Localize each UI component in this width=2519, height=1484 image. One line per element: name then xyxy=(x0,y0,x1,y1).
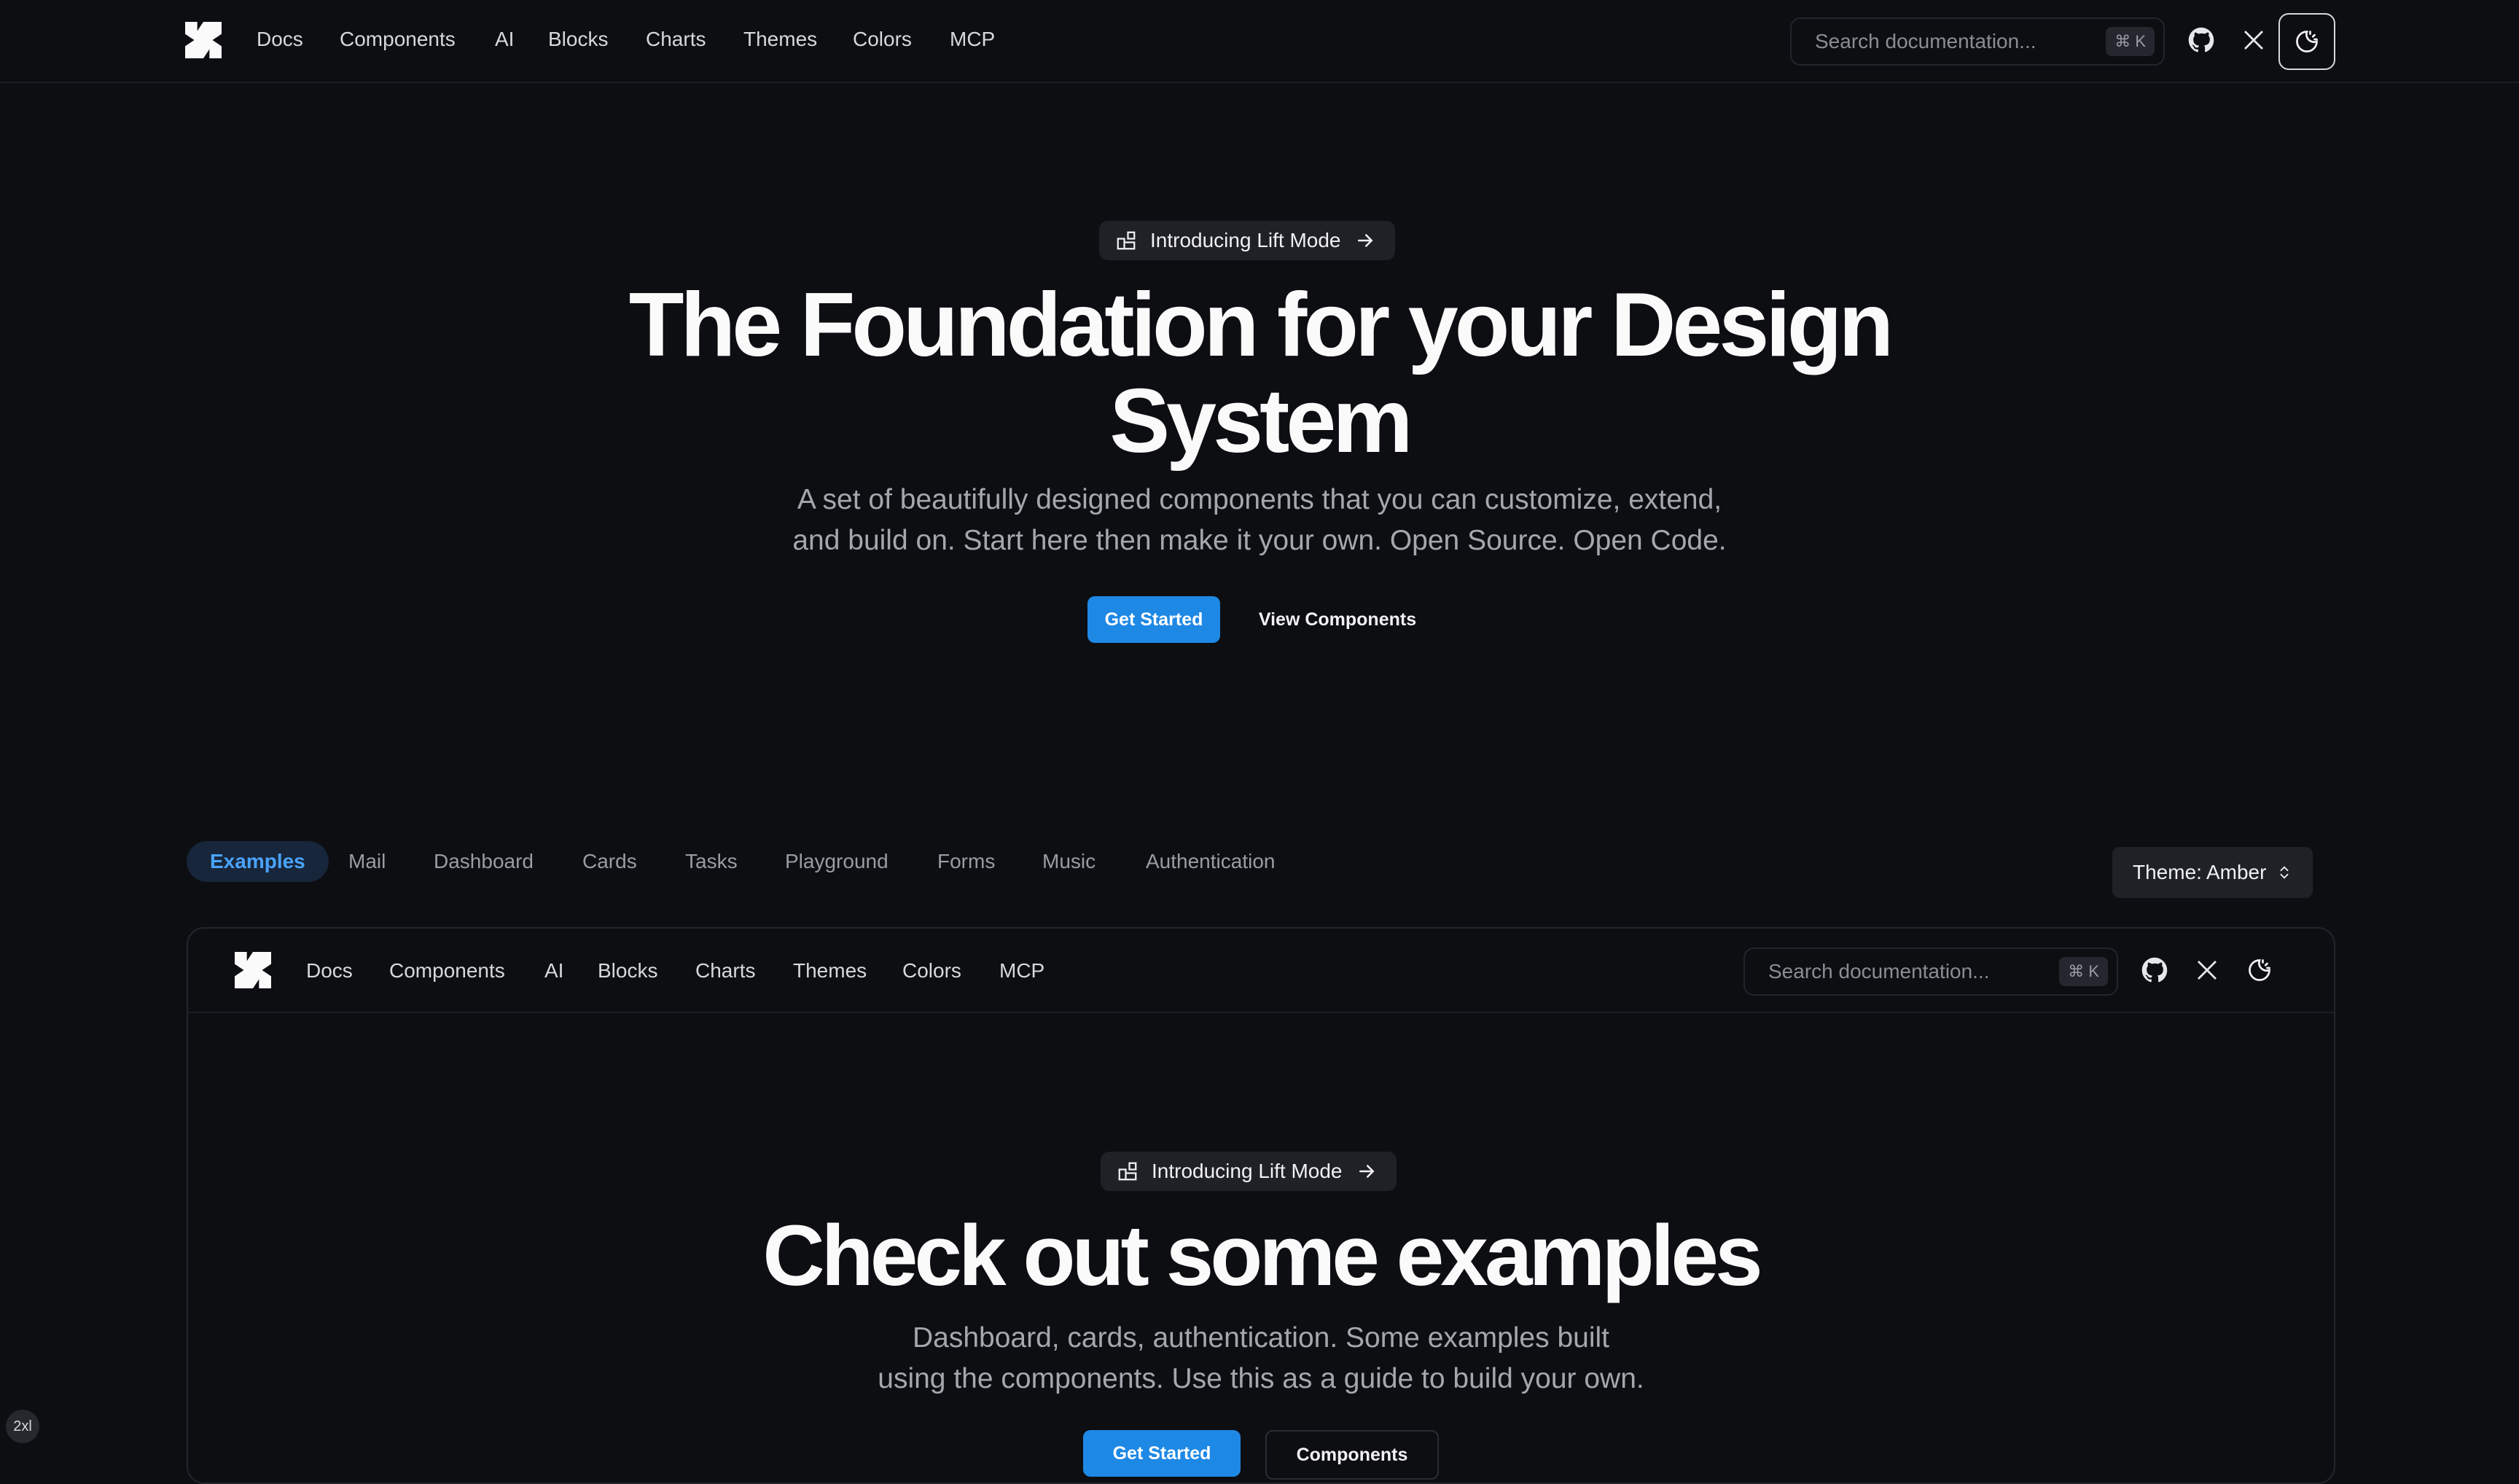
theme-select-label: Theme: xyxy=(2133,861,2202,883)
preview-x-icon[interactable] xyxy=(2185,948,2229,992)
preview-search-shortcut-badge: ⌘ K xyxy=(2059,957,2108,986)
preview-announcement-pill[interactable]: Introducing Lift Mode xyxy=(1101,1152,1397,1191)
preview-nav-link-ai[interactable]: AI xyxy=(544,959,563,983)
hero-subtitle-line-1: A set of beautifully designed components… xyxy=(797,484,1722,515)
preview-arrow-right-icon xyxy=(1359,1165,1375,1178)
page-title-line-1: The Foundation for your Design xyxy=(628,275,1894,375)
example-preview-frame: Docs Components AI Blocks Charts Themes … xyxy=(187,927,2335,1484)
tab-mail[interactable]: Mail xyxy=(348,850,386,873)
theme-select[interactable]: Theme: Amber xyxy=(2112,847,2313,898)
preview-nav-link-themes[interactable]: Themes xyxy=(793,959,867,983)
preview-nav-link-mcp[interactable]: MCP xyxy=(999,959,1044,983)
theme-select-value: Amber xyxy=(2206,861,2267,883)
get-started-button[interactable]: Get Started xyxy=(1087,596,1220,643)
preview-subtitle: Dashboard, cards, authentication. Some e… xyxy=(188,1318,2334,1399)
preview-search-input[interactable]: Search documentation... ⌘ K xyxy=(1743,948,2118,996)
nav-link-docs[interactable]: Docs xyxy=(257,28,303,51)
hero-subtitle-line-2: and build on. Start here then make it yo… xyxy=(792,525,1727,556)
preview-search-placeholder: Search documentation... xyxy=(1768,960,1990,983)
page-title: The Foundation for your Design System xyxy=(0,277,2519,469)
tab-dashboard[interactable]: Dashboard xyxy=(434,850,534,873)
preview-nav-link-components[interactable]: Components xyxy=(389,959,505,983)
nav-link-blocks[interactable]: Blocks xyxy=(548,28,608,51)
announcement-text: Introducing Lift Mode xyxy=(1150,229,1341,251)
search-shortcut-badge: ⌘ K xyxy=(2106,27,2155,56)
arrow-right-icon xyxy=(1357,234,1373,247)
preview-subtitle-line-2: using the components. Use this as a guid… xyxy=(878,1363,1644,1394)
nav-link-colors[interactable]: Colors xyxy=(853,28,912,51)
tab-examples[interactable]: Examples xyxy=(187,841,329,882)
preview-github-icon[interactable] xyxy=(2133,948,2176,992)
preview-announcement-text: Introducing Lift Mode xyxy=(1152,1160,1343,1182)
tab-tasks[interactable]: Tasks xyxy=(685,850,738,873)
preview-nav-link-blocks[interactable]: Blocks xyxy=(598,959,657,983)
preview-nav-link-docs[interactable]: Docs xyxy=(306,959,353,983)
preview-components-button[interactable]: Components xyxy=(1265,1430,1439,1480)
view-components-button[interactable]: View Components xyxy=(1246,596,1429,643)
nav-link-mcp[interactable]: MCP xyxy=(950,28,995,51)
nav-link-charts[interactable]: Charts xyxy=(646,28,706,51)
chevrons-up-down-icon xyxy=(2280,866,2289,879)
search-input[interactable]: Search documentation... ⌘ K xyxy=(1790,17,2165,66)
breakpoint-badge: 2xl xyxy=(6,1410,39,1443)
shadcn-logo-icon[interactable] xyxy=(185,22,222,58)
tab-forms[interactable]: Forms xyxy=(937,850,995,873)
tab-music[interactable]: Music xyxy=(1042,850,1096,873)
preview-subtitle-line-1: Dashboard, cards, authentication. Some e… xyxy=(912,1322,1610,1354)
preview-blocks-icon xyxy=(1118,1162,1137,1181)
theme-toggle-icon[interactable] xyxy=(2278,13,2335,70)
tab-cards[interactable]: Cards xyxy=(582,850,637,873)
tab-playground[interactable]: Playground xyxy=(785,850,889,873)
nav-link-themes[interactable]: Themes xyxy=(743,28,817,51)
preview-navbar: Docs Components AI Blocks Charts Themes … xyxy=(188,929,2334,1013)
nav-link-components[interactable]: Components xyxy=(340,28,456,51)
blocks-icon xyxy=(1117,231,1136,250)
preview-title: Check out some examples xyxy=(762,1208,1762,1304)
tab-authentication[interactable]: Authentication xyxy=(1146,850,1275,873)
top-navbar: Docs Components AI Blocks Charts Themes … xyxy=(0,0,2519,83)
search-placeholder: Search documentation... xyxy=(1815,30,2036,52)
preview-nav-link-colors[interactable]: Colors xyxy=(902,959,961,983)
nav-link-ai[interactable]: AI xyxy=(495,28,514,51)
preview-get-started-button[interactable]: Get Started xyxy=(1083,1430,1241,1477)
announcement-pill[interactable]: Introducing Lift Mode xyxy=(1099,221,1395,260)
preview-theme-toggle-icon[interactable] xyxy=(2238,948,2281,992)
preview-shadcn-logo-icon[interactable] xyxy=(235,952,271,988)
page-title-line-2: System xyxy=(1109,371,1413,472)
preview-nav-link-charts[interactable]: Charts xyxy=(695,959,755,983)
github-icon[interactable] xyxy=(2179,18,2223,62)
hero-subtitle: A set of beautifully designed components… xyxy=(0,480,2519,561)
x-icon[interactable] xyxy=(2232,18,2276,62)
